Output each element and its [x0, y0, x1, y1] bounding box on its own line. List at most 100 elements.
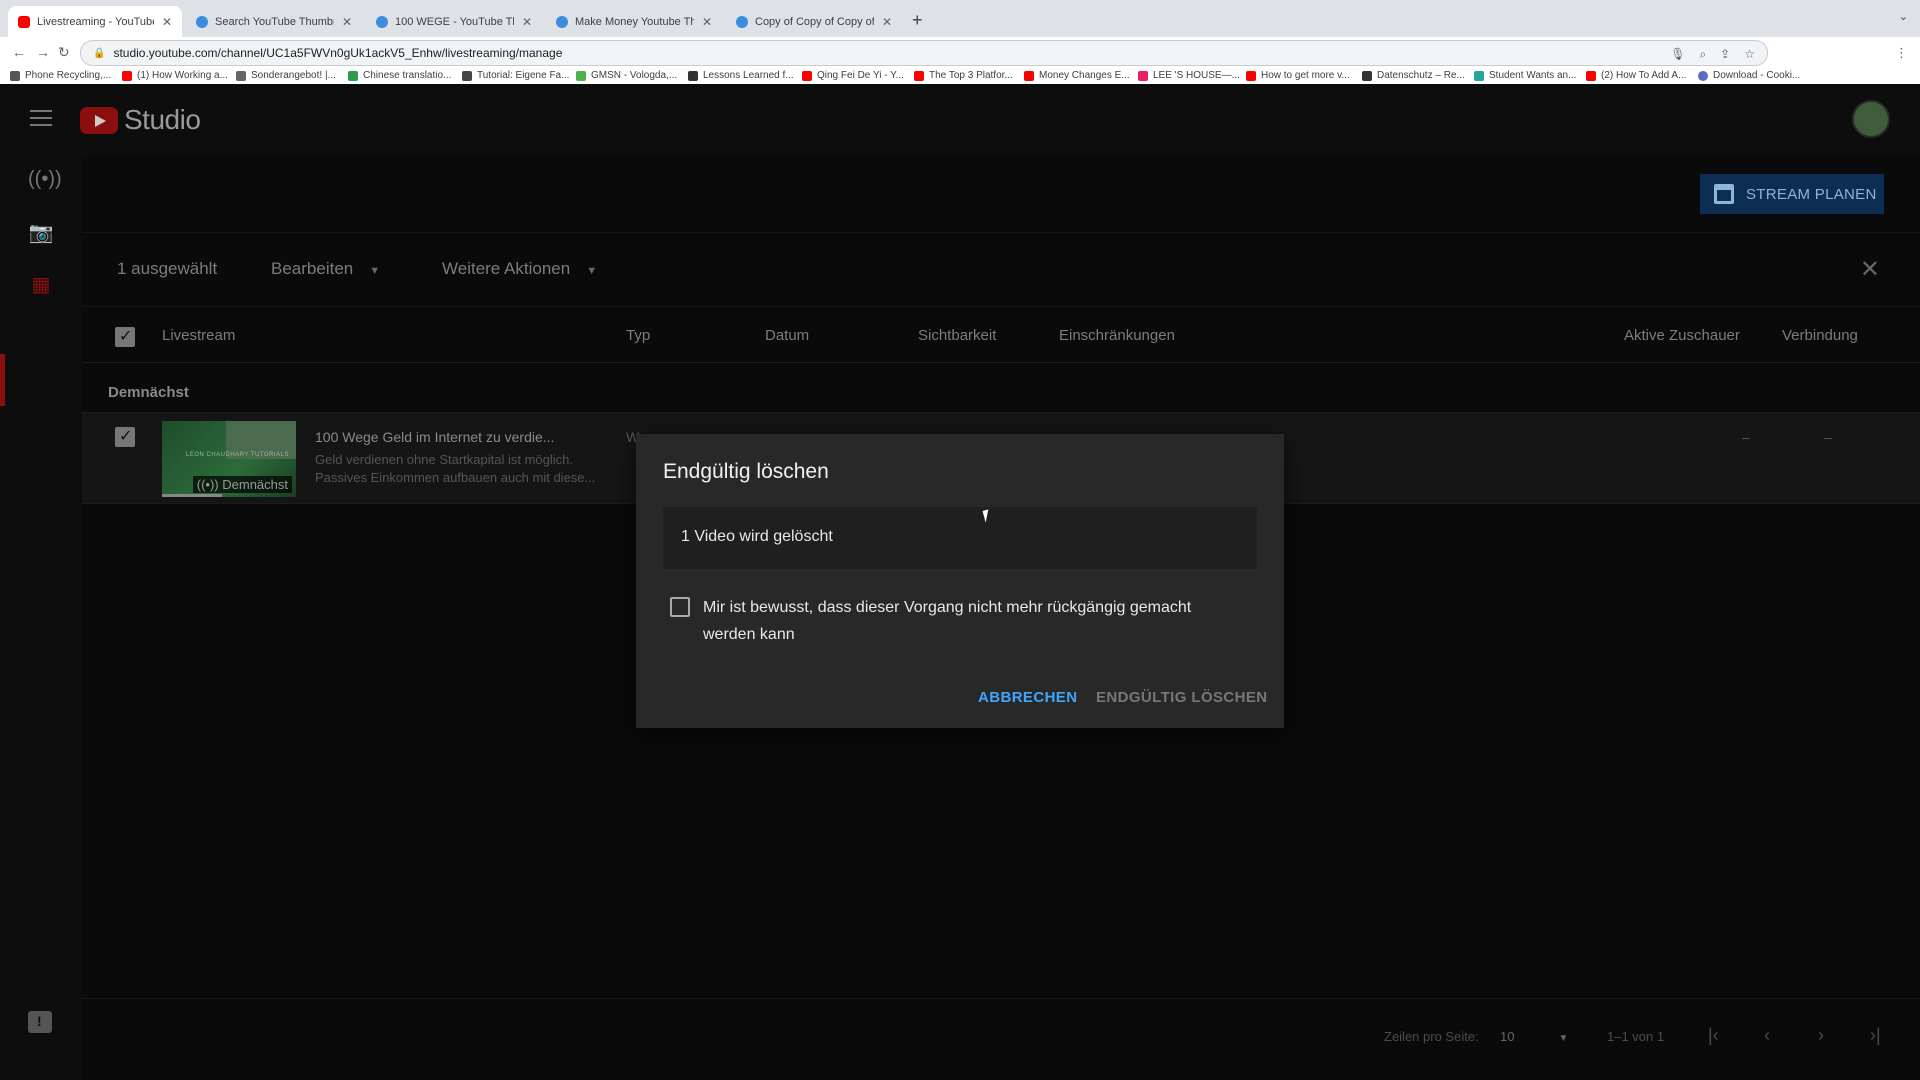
bookmark-label: Sonderangebot! |...: [251, 70, 336, 81]
column-type[interactable]: Typ: [626, 327, 650, 344]
menu-dots-icon[interactable]: ⋮: [1895, 45, 1908, 61]
edit-dropdown[interactable]: Bearbeiten ▼: [271, 259, 380, 279]
calendar-icon[interactable]: ▦: [28, 272, 54, 298]
bookmark-item[interactable]: Datenschutz – Re...: [1362, 70, 1465, 81]
bookmark-item[interactable]: Tutorial: Eigene Fa...: [462, 70, 569, 81]
zoom-icon[interactable]: ⌕: [1699, 47, 1706, 62]
bookmark-item[interactable]: Phone Recycling,...: [10, 70, 111, 81]
live-broadcast-icon[interactable]: ((•)): [28, 168, 62, 194]
close-tab-icon[interactable]: ✕: [342, 15, 352, 29]
bookmark-label: The Top 3 Platfor...: [929, 70, 1013, 81]
delete-permanently-button[interactable]: ENDGÜLTIG LÖSCHEN: [1096, 689, 1268, 706]
bookmark-icon: [1698, 70, 1708, 81]
bookmark-label: (2) How To Add A...: [1601, 70, 1687, 81]
bookmark-item[interactable]: Sonderangebot! |...: [236, 70, 336, 81]
group-label-upcoming: Demnächst: [108, 384, 189, 401]
bookmark-star-icon[interactable]: ☆: [1744, 47, 1755, 61]
column-livestream[interactable]: Livestream: [162, 327, 235, 344]
sidebar-active-indicator: [0, 354, 5, 406]
bookmark-label: GMSN - Vologda,...: [591, 70, 678, 81]
bookmark-icon: [348, 70, 358, 81]
row-active-viewers: –: [1742, 429, 1750, 445]
next-page-icon[interactable]: ›: [1818, 1025, 1824, 1046]
column-restrictions[interactable]: Einschränkungen: [1059, 327, 1175, 344]
studio-header: Studio: [0, 84, 1920, 156]
stream-planen-button[interactable]: STREAM PLANEN: [1700, 174, 1884, 214]
bookmark-item[interactable]: The Top 3 Platfor...: [914, 70, 1013, 81]
bookmark-label: (1) How Working a...: [137, 70, 228, 81]
microphone-icon[interactable]: 🎙: [1670, 47, 1685, 61]
tab-search-chevron-icon[interactable]: ⌄: [1899, 10, 1908, 23]
table-header: Livestream Typ Datum Sichtbarkeit Einsch…: [82, 307, 1920, 363]
tab-100-wege[interactable]: 100 WEGE - YouTube Thumbna ✕: [366, 6, 542, 37]
bookmark-item[interactable]: Lessons Learned f...: [688, 70, 794, 81]
confirm-irreversible-label[interactable]: Mir ist bewusst, dass dieser Vorgang nic…: [703, 594, 1243, 648]
bookmark-item[interactable]: Qing Fei De Yi - Y...: [802, 70, 904, 81]
stream-planen-label: STREAM PLANEN: [1746, 185, 1877, 203]
close-selection-icon[interactable]: ✕: [1860, 255, 1880, 284]
tab-search-thumbnail[interactable]: Search YouTube Thumbnail - C ✕: [186, 6, 362, 37]
youtube-icon: [122, 70, 132, 81]
close-tab-icon[interactable]: ✕: [522, 15, 532, 29]
bookmark-item[interactable]: (1) How Working a...: [122, 70, 228, 81]
video-thumbnail[interactable]: LEON CHAUDHARY TUTORIALS ((•)) Demnächst: [162, 421, 296, 497]
confirm-irreversible-checkbox[interactable]: [670, 597, 690, 617]
dialog-title: Endgültig löschen: [663, 460, 829, 483]
tab-livestreaming[interactable]: Livestreaming - YouTube Studio ✕: [8, 6, 182, 37]
close-tab-icon[interactable]: ✕: [162, 15, 172, 29]
canva-favicon-icon: [556, 15, 568, 28]
upcoming-badge: ((•)) Demnächst: [192, 476, 292, 493]
close-tab-icon[interactable]: ✕: [702, 15, 712, 29]
bookmark-item[interactable]: LEE 'S HOUSE—...: [1138, 70, 1240, 81]
cancel-button[interactable]: ABBRECHEN: [978, 689, 1077, 706]
back-icon[interactable]: ←: [12, 44, 26, 60]
canva-favicon-icon: [376, 15, 388, 28]
sidebar: ((•)) 📷 ▦: [0, 156, 82, 1080]
bookmark-item[interactable]: (2) How To Add A...: [1586, 70, 1686, 81]
browser-toolbar: ← → ↻ 🔒 studio.youtube.com/channel/UC1a5…: [0, 37, 1920, 70]
edit-label: Bearbeiten: [271, 259, 354, 278]
logo-text: Studio: [124, 104, 201, 135]
close-tab-icon[interactable]: ✕: [882, 15, 892, 29]
tab-copy-of-copy[interactable]: Copy of Copy of Copy of Copy ✕: [726, 6, 902, 37]
row-title[interactable]: 100 Wege Geld im Internet zu verdie...: [315, 429, 554, 445]
bookmark-item[interactable]: Download - Cooki...: [1698, 70, 1800, 81]
selection-action-bar: 1 ausgewählt Bearbeiten ▼ Weitere Aktione…: [82, 232, 1920, 307]
new-tab-icon[interactable]: +: [912, 10, 923, 31]
bookmark-item[interactable]: Chinese translatio...: [348, 70, 451, 81]
rows-per-page-select[interactable]: 10 ▼: [1500, 1029, 1568, 1044]
canva-favicon-icon: [196, 15, 208, 28]
rows-per-page-label: Zeilen pro Seite:: [1384, 1029, 1479, 1044]
bookmark-item[interactable]: How to get more v...: [1246, 70, 1350, 81]
share-icon[interactable]: ⇪: [1720, 47, 1730, 61]
row-checkbox[interactable]: [115, 426, 135, 447]
first-page-icon[interactable]: |‹: [1708, 1025, 1719, 1046]
bookmark-item[interactable]: Student Wants an...: [1474, 70, 1576, 81]
bookmark-label: Download - Cooki...: [1713, 70, 1801, 81]
row-description: Geld verdienen ohne Startkapital ist mög…: [315, 451, 615, 487]
column-date[interactable]: Datum: [765, 327, 809, 344]
last-page-icon[interactable]: ›|: [1870, 1025, 1881, 1046]
tab-title: Search YouTube Thumbnail - C: [215, 15, 334, 28]
camera-icon[interactable]: 📷: [28, 220, 54, 246]
tab-make-money[interactable]: Make Money Youtube Thumbn ✕: [546, 6, 722, 37]
forward-icon[interactable]: →: [36, 44, 50, 60]
column-active-viewers[interactable]: Aktive Zuschauer: [1624, 327, 1740, 344]
bookmark-label: Phone Recycling,...: [25, 70, 112, 81]
feedback-icon[interactable]: [28, 1011, 52, 1033]
column-connection[interactable]: Verbindung: [1782, 327, 1858, 344]
studio-logo[interactable]: Studio: [80, 104, 201, 136]
row-description-line: Passives Einkommen aufbauen auch mit die…: [315, 470, 596, 485]
select-all-checkbox[interactable]: [115, 326, 135, 347]
hamburger-menu-icon[interactable]: [30, 110, 52, 128]
more-actions-dropdown[interactable]: Weitere Aktionen ▼: [442, 259, 597, 279]
bookmark-icon: [236, 70, 246, 81]
address-bar[interactable]: 🔒 studio.youtube.com/channel/UC1a5FWVn0g…: [80, 40, 1768, 66]
avatar[interactable]: [1852, 100, 1890, 138]
calendar-icon: [1714, 184, 1734, 204]
bookmark-item[interactable]: Money Changes E...: [1024, 70, 1130, 81]
reload-icon[interactable]: ↻: [58, 44, 70, 61]
bookmark-item[interactable]: GMSN - Vologda,...: [576, 70, 677, 81]
previous-page-icon[interactable]: ‹: [1764, 1025, 1770, 1046]
column-visibility[interactable]: Sichtbarkeit: [918, 327, 996, 344]
